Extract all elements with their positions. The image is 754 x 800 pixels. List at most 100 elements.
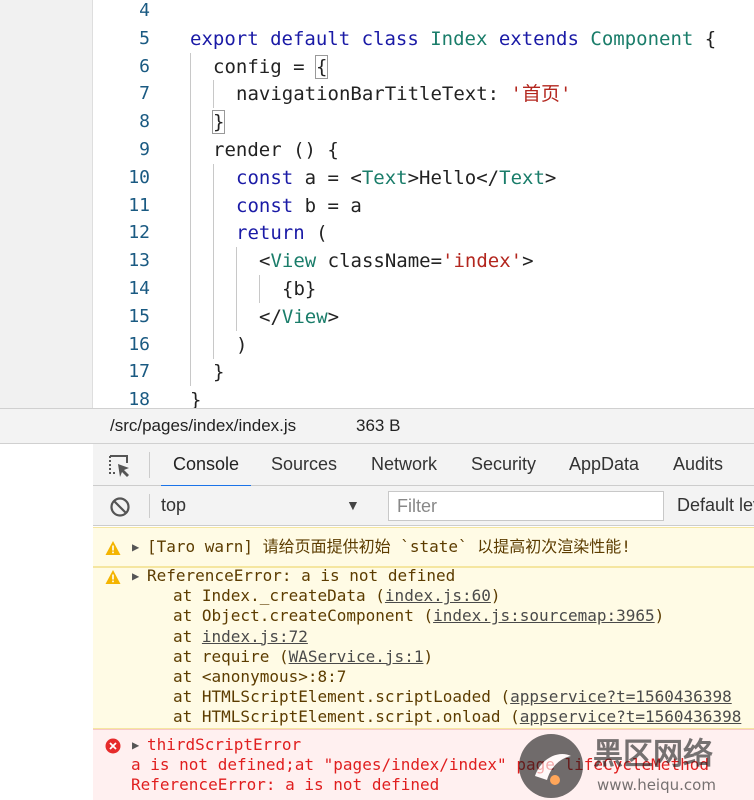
code-token: { — [704, 27, 717, 50]
indent-guide — [190, 80, 191, 109]
code-text: </View> — [259, 303, 339, 331]
indent-guide — [236, 247, 237, 276]
code-line: 15 </View> — [0, 302, 754, 331]
line-number: 7 — [139, 83, 150, 105]
code-line: 5 export default class Index extends Comp… — [0, 25, 754, 53]
code-token: render () { — [213, 139, 339, 161]
stack-frame-text: at — [173, 626, 202, 646]
code-line: 18} — [0, 386, 754, 408]
line-number: 5 — [139, 27, 150, 49]
code-line: 13 <View className='index'> — [0, 247, 754, 276]
indent-guide — [236, 275, 237, 303]
code-token: ( — [316, 222, 328, 245]
file-size: 363 B — [356, 416, 401, 435]
code-line: 12 return ( — [0, 219, 754, 248]
tab-security[interactable]: Security — [471, 444, 536, 486]
indent-guide — [190, 136, 191, 164]
inspect-element-icon[interactable] — [107, 453, 133, 479]
expand-arrow-icon[interactable]: ▶ — [132, 738, 139, 752]
code-token: className= — [327, 250, 443, 273]
stack-frame-text: ) — [490, 586, 501, 606]
code-text: render () { — [213, 136, 339, 164]
expand-arrow-icon[interactable]: ▶ — [132, 540, 139, 554]
code-token: b = a — [304, 194, 362, 217]
console-line: at Index._createData (index.js:60) — [173, 586, 501, 606]
source-link[interactable]: index.js:sourcemap:3965 — [433, 606, 655, 625]
tab-audits[interactable]: Audits — [673, 444, 723, 486]
console-message-error[interactable]: ▶ thirdScriptError a is not defined;at "pa… — [93, 729, 754, 800]
tab-sources[interactable]: Sources — [271, 444, 337, 486]
indent-guide — [190, 302, 191, 331]
indent-guide — [213, 219, 214, 248]
console-message-warn[interactable]: ▶ ReferenceError: a is not defined at Inde… — [93, 566, 754, 729]
source-link[interactable]: appservice?t=1560436398 — [510, 687, 732, 706]
stack-frame-text: at HTMLScriptElement.script.onload ( — [173, 707, 520, 727]
line-number: 8 — [139, 111, 150, 133]
code-line: 14 {b} — [0, 275, 754, 303]
code-token: config = — [213, 55, 316, 78]
expand-arrow-icon[interactable]: ▶ — [132, 569, 139, 583]
source-link[interactable]: index.js:72 — [202, 627, 308, 646]
code-token: navigationBarTitleText: — [236, 83, 511, 106]
code-token: const — [236, 166, 305, 189]
stack-frame-text: at Index._createData ( — [173, 586, 385, 606]
code-text: {b} — [282, 275, 316, 303]
indent-guide — [190, 330, 191, 359]
line-number: 14 — [128, 278, 150, 299]
code-text: config = { — [213, 53, 329, 81]
filter-input[interactable] — [389, 492, 663, 520]
code-token: View — [281, 305, 328, 328]
code-token: > — [522, 250, 534, 273]
indent-guide — [190, 247, 191, 276]
code-token: Component — [590, 27, 705, 50]
stack-frame-text: ) — [423, 646, 434, 666]
code-token: Text — [499, 166, 545, 189]
code-token: > — [327, 305, 340, 328]
stack-frame-text: at require ( — [173, 646, 289, 666]
error-icon — [105, 738, 121, 754]
code-line: 4 — [0, 0, 754, 25]
block-icon[interactable] — [109, 496, 131, 518]
code-token: > — [544, 166, 557, 189]
code-token: Text — [361, 166, 408, 189]
stack-frame-text: at HTMLScriptElement.scriptLoaded ( — [173, 687, 511, 707]
source-link[interactable]: index.js:60 — [385, 586, 491, 605]
source-link[interactable]: WAService.js:1 — [289, 647, 424, 666]
tab-console[interactable]: Console — [160, 444, 252, 487]
code-line: 6 config = { — [0, 52, 754, 81]
log-levels-dropdown[interactable]: Default levels — [677, 495, 754, 516]
indent-guide — [213, 275, 214, 303]
line-number: 11 — [128, 194, 150, 216]
code-token: } — [211, 110, 226, 135]
code-text: navigationBarTitleText: '首页' — [236, 80, 571, 108]
code-editor[interactable]: 4 5 export default class Index extends Com… — [0, 0, 754, 408]
indent-guide — [213, 330, 214, 359]
code-token: </ — [259, 305, 282, 328]
source-link[interactable]: appservice?t=1560436398 — [520, 707, 742, 726]
console-output[interactable]: ▶ [Taro warn] 请给页面提供初始 `state` 以提高初次渲染性能!… — [93, 526, 754, 800]
code-token: Index — [430, 27, 499, 50]
console-line: thirdScriptError — [147, 735, 302, 754]
code-text: <View className='index'> — [259, 247, 534, 275]
code-token: export default class — [190, 27, 431, 50]
tab-appdata[interactable]: AppData — [569, 444, 639, 486]
code-token: View — [270, 250, 328, 273]
code-text: const a = <Text>Hello</Text> — [236, 164, 556, 192]
code-line: 16) — [0, 330, 754, 359]
indent-guide — [213, 302, 214, 331]
code-token: extends — [498, 27, 591, 50]
code-line: 11 const b = a — [0, 191, 754, 220]
context-selector[interactable]: top — [161, 495, 186, 516]
line-number: 16 — [128, 333, 150, 355]
chevron-down-icon[interactable]: ▼ — [346, 497, 360, 513]
console-line: at HTMLScriptElement.scriptLoaded (appse… — [173, 687, 732, 707]
line-number: 10 — [128, 166, 150, 188]
console-message-warn[interactable]: ▶ [Taro warn] 请给页面提供初始 `state` 以提高初次渲染性能! — [93, 527, 754, 567]
stack-frame-text: ) — [654, 606, 665, 626]
tab-network[interactable]: Network — [371, 444, 437, 486]
filter-field[interactable] — [388, 491, 664, 521]
code-token: return — [236, 222, 317, 245]
code-token: '首页' — [510, 83, 572, 106]
line-number: 9 — [139, 139, 150, 160]
stack-frame-text: at Object.createComponent ( — [173, 606, 434, 626]
